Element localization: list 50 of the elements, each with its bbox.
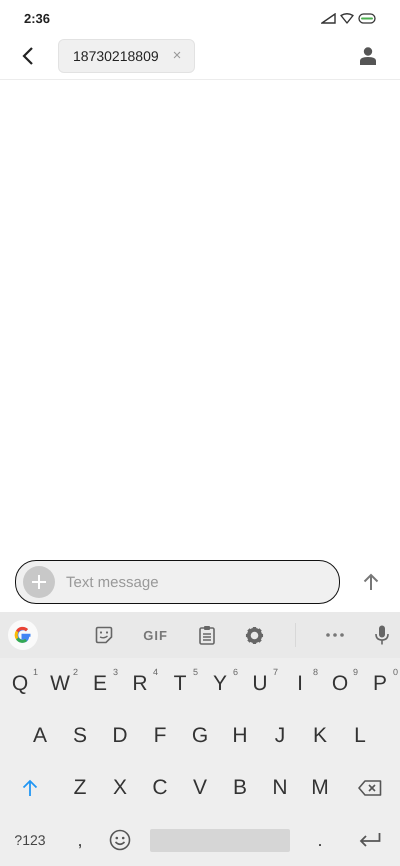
letter-key[interactable]: I 8 (280, 659, 320, 709)
gif-button[interactable]: GIF (143, 628, 168, 642)
backspace-icon[interactable] (358, 780, 382, 796)
letter-key[interactable]: Z (60, 763, 100, 813)
letter-key[interactable]: J (260, 711, 300, 761)
wifi-icon (340, 12, 354, 24)
signal-icon (321, 12, 336, 24)
more-icon[interactable] (326, 633, 344, 637)
letter-key[interactable]: G (180, 711, 220, 761)
punctuation-key[interactable]: , (60, 815, 100, 865)
letter-key[interactable]: B (220, 763, 260, 813)
letter-key[interactable]: R 4 (120, 659, 160, 709)
g-logo-icon (13, 625, 33, 645)
letter-key[interactable]: F (140, 711, 180, 761)
letter-key[interactable]: L (340, 711, 380, 761)
sticker-icon[interactable] (94, 626, 113, 644)
battery-icon (358, 12, 376, 24)
symbols-key[interactable]: ?123 (0, 815, 60, 865)
message-box[interactable]: Text message (15, 560, 340, 604)
letter-key[interactable]: U 7 (240, 659, 280, 709)
recipient-number: 18730218809 (73, 48, 159, 64)
google-button[interactable] (8, 620, 38, 650)
letter-key[interactable]: C (140, 763, 180, 813)
letter-key[interactable]: S (60, 711, 100, 761)
letter-key[interactable]: T 5 (160, 659, 200, 709)
shift-icon[interactable] (22, 779, 38, 797)
letter-key[interactable]: H (220, 711, 260, 761)
letter-key[interactable]: O 9 (320, 659, 360, 709)
letter-key[interactable]: P 0 (360, 659, 400, 709)
back-icon[interactable] (22, 46, 34, 66)
letter-key[interactable]: D (100, 711, 140, 761)
settings-icon[interactable] (245, 626, 264, 644)
contact-icon[interactable] (360, 46, 376, 64)
letter-key[interactable]: Q 1 (0, 659, 40, 709)
letter-key[interactable]: E 3 (80, 659, 120, 709)
emoji-icon[interactable] (109, 829, 131, 851)
letter-key[interactable]: K (300, 711, 340, 761)
letter-key[interactable]: Y 6 (200, 659, 240, 709)
punctuation-key[interactable]: . (300, 815, 340, 865)
letter-key[interactable]: A (20, 711, 60, 761)
letter-key[interactable]: M (300, 763, 340, 813)
letter-key[interactable]: X (100, 763, 140, 813)
send-icon[interactable] (363, 573, 379, 591)
enter-icon[interactable] (359, 833, 381, 847)
message-input[interactable]: Text message (64, 572, 308, 592)
status-time: 2:36 (24, 10, 50, 26)
letter-key[interactable]: V (180, 763, 220, 813)
letter-key[interactable]: N (260, 763, 300, 813)
clipboard-icon[interactable] (198, 625, 214, 645)
microphone-icon[interactable] (374, 625, 389, 645)
